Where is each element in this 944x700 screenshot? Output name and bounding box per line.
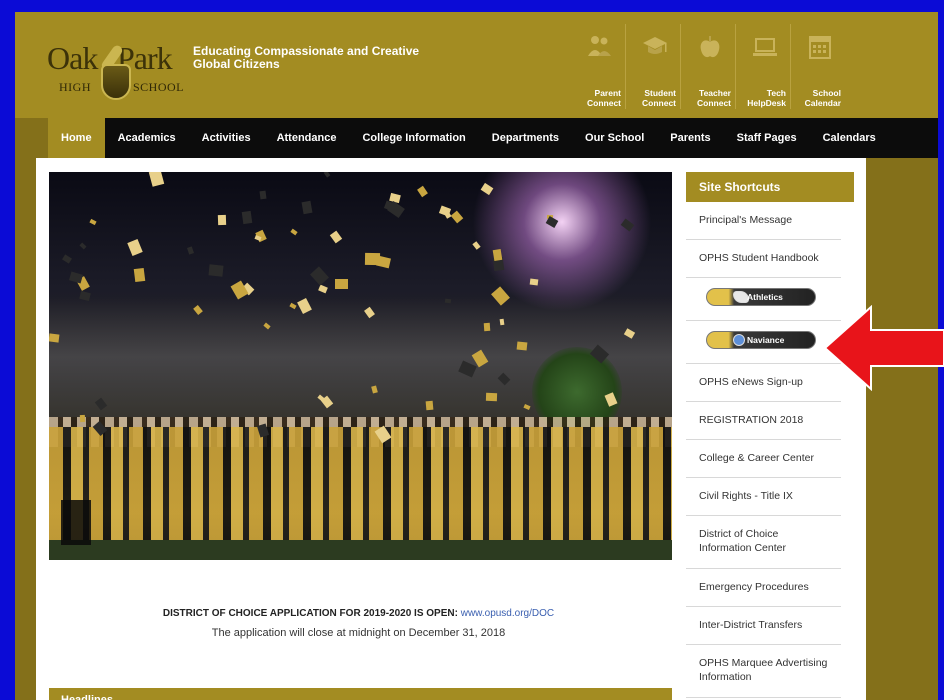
athletics-button[interactable]: Athletics: [706, 288, 816, 306]
athletics-label: Athletics: [747, 292, 783, 302]
slideshow-control[interactable]: [61, 500, 91, 545]
quicklinks: Parent Connect Student Connect Teacher C…: [570, 24, 845, 109]
nav-item-parents[interactable]: Parents: [657, 118, 723, 158]
quicklink-tech-helpdesk[interactable]: Tech HelpDesk: [735, 24, 790, 109]
cap-shape: [425, 400, 434, 411]
cap-shape: [62, 254, 72, 264]
hero-image[interactable]: [49, 172, 672, 560]
nav-item-staff-pages[interactable]: Staff Pages: [724, 118, 810, 158]
cap-shape: [241, 210, 253, 225]
shortcut-college-career-center[interactable]: College & Career Center: [686, 440, 841, 478]
quicklink-label: Student Connect: [642, 88, 676, 108]
nav-item-college-information[interactable]: College Information: [349, 118, 478, 158]
naviance-button[interactable]: Naviance: [706, 331, 816, 349]
cap-shape: [443, 210, 452, 219]
naviance-icon: [733, 334, 745, 346]
shortcut-athletics[interactable]: Athletics: [686, 278, 841, 321]
quicklink-label: School Calendar: [804, 88, 841, 108]
quicklink-label: Parent Connect: [587, 88, 621, 108]
main-content: DISTRICT OF CHOICE APPLICATION FOR 2019-…: [36, 158, 681, 700]
cap-shape: [127, 238, 143, 257]
nav-item-our-school[interactable]: Our School: [572, 118, 657, 158]
red-arrow-annotation: [823, 305, 944, 391]
cap-shape: [444, 298, 452, 304]
nav-item-activities[interactable]: Activities: [189, 118, 264, 158]
cap-shape: [499, 318, 505, 326]
logo-text-oak: Oak: [47, 40, 98, 76]
cap-shape: [259, 190, 267, 200]
cap-shape: [208, 264, 224, 277]
cap-shape: [186, 246, 195, 255]
shortcut-civil-rights[interactable]: Civil Rights - Title IX: [686, 478, 841, 516]
nav-item-calendars[interactable]: Calendars: [810, 118, 889, 158]
cap-shape: [323, 172, 331, 178]
nav-item-academics[interactable]: Academics: [105, 118, 189, 158]
announcement-line-2: The application will close at midnight o…: [211, 627, 506, 639]
cap-shape: [450, 210, 464, 224]
apple-icon: [700, 36, 720, 58]
cap-shape: [310, 266, 329, 286]
cap-shape: [301, 200, 313, 215]
shortcut-naviance[interactable]: Naviance: [686, 321, 841, 364]
cap-shape: [483, 322, 491, 332]
logo-text-high: HIGH: [59, 80, 91, 94]
shortcut-emergency-procedures[interactable]: Emergency Procedures: [686, 569, 841, 607]
shortcut-inter-district-transfers[interactable]: Inter-District Transfers: [686, 607, 841, 645]
cap-shape: [148, 172, 165, 187]
shortcut-enews-signup[interactable]: OPHS eNews Sign-up: [686, 364, 841, 402]
quicklink-school-calendar[interactable]: School Calendar: [790, 24, 845, 109]
cap-shape: [329, 230, 343, 244]
cap-shape: [516, 341, 528, 351]
cap-shape: [364, 252, 381, 266]
graduation-cap-icon: [643, 37, 667, 54]
school-logo[interactable]: Oak Park HIGH SCHOOL: [47, 36, 185, 106]
cap-shape: [290, 228, 298, 236]
quicklink-parent-connect[interactable]: Parent Connect: [570, 24, 625, 109]
shortcut-marquee-advertising[interactable]: OPHS Marquee Advertising Information: [686, 645, 841, 698]
calendar-icon: [809, 36, 831, 59]
nav-item-departments[interactable]: Departments: [479, 118, 572, 158]
announcement-line-1: DISTRICT OF CHOICE APPLICATION FOR 2019-…: [36, 608, 681, 619]
nav-item-home[interactable]: Home: [48, 118, 105, 158]
quicklink-label: Teacher Connect: [697, 88, 731, 108]
shortcut-principals-message[interactable]: Principal's Message: [686, 202, 841, 240]
quicklink-teacher-connect[interactable]: Teacher Connect: [680, 24, 735, 109]
cap-shape: [335, 279, 348, 289]
site-header: Oak Park HIGH SCHOOL Educating Compassio…: [15, 12, 938, 118]
naviance-label: Naviance: [747, 335, 785, 345]
page-frame: Oak Park HIGH SCHOOL Educating Compassio…: [15, 12, 938, 700]
cap-shape: [133, 267, 146, 283]
cap-shape: [417, 185, 428, 198]
cap-shape: [79, 414, 86, 423]
sidebar-title: Site Shortcuts: [686, 172, 854, 202]
cap-shape: [485, 392, 498, 402]
cap-shape: [89, 218, 97, 226]
quicklink-label: Tech HelpDesk: [747, 88, 786, 108]
laptop-icon: [753, 38, 777, 56]
nav-item-attendance[interactable]: Attendance: [264, 118, 350, 158]
shortcut-registration-2018[interactable]: REGISTRATION 2018: [686, 402, 841, 440]
announcement-bold-text: DISTRICT OF CHOICE APPLICATION FOR 2019-…: [162, 608, 458, 619]
quicklink-student-connect[interactable]: Student Connect: [625, 24, 680, 109]
cap-shape: [49, 333, 60, 343]
cap-shape: [529, 278, 539, 286]
logo-crest-icon: [101, 64, 131, 100]
shortcut-list: Principal's Message OPHS Student Handboo…: [686, 202, 841, 698]
main-nav: Home Academics Activities Attendance Col…: [48, 118, 938, 158]
tagline: Educating Compassionate and Creative Glo…: [193, 44, 420, 71]
cap-shape: [492, 248, 503, 262]
headlines-header: Headlines: [49, 688, 672, 700]
cap-shape: [217, 214, 227, 226]
site-shortcuts-sidebar: Site Shortcuts Principal's Message OPHS …: [681, 158, 866, 700]
parents-icon: [588, 36, 611, 56]
shortcut-student-handbook[interactable]: OPHS Student Handbook: [686, 240, 841, 278]
logo-text-school: SCHOOL: [133, 80, 185, 94]
field-ground: [49, 540, 672, 560]
cap-shape: [68, 271, 84, 284]
shortcut-district-of-choice[interactable]: District of Choice Information Center: [686, 516, 841, 569]
announcement: DISTRICT OF CHOICE APPLICATION FOR 2019-…: [36, 608, 681, 639]
doc-link[interactable]: www.opusd.org/DOC: [461, 608, 554, 619]
cap-shape: [79, 242, 87, 250]
